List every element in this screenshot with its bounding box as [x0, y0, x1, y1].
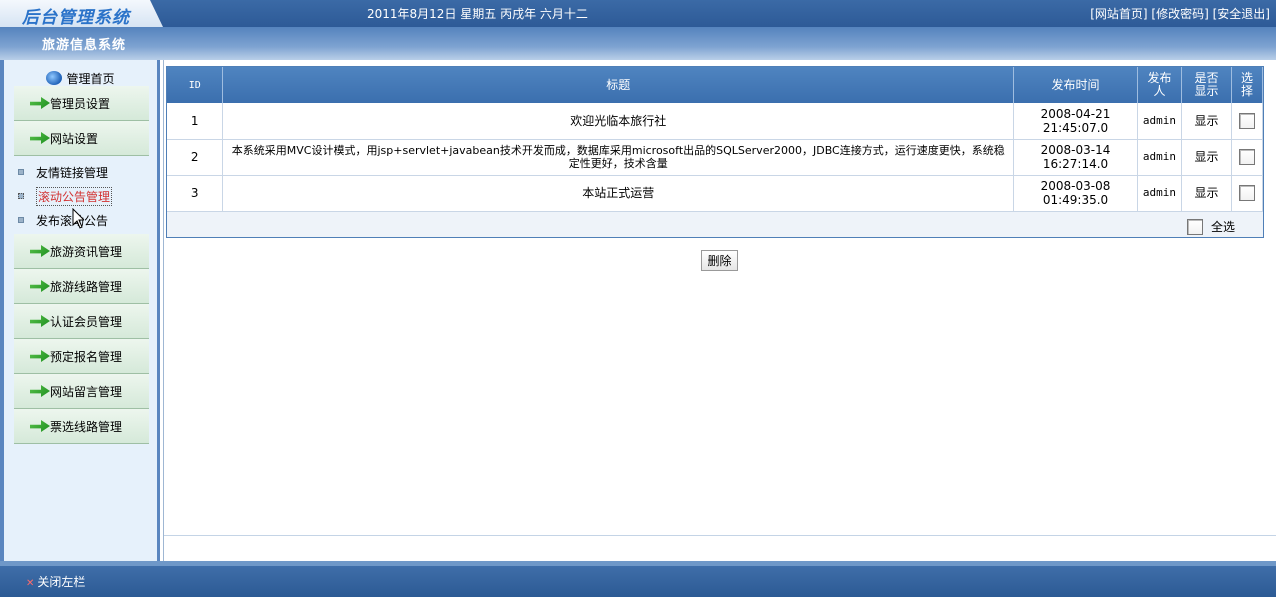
top-bar: 后台管理系统 2011年8月12日 星期五 丙戌年 六月十二 [网站首页] [修… [0, 0, 1276, 27]
cell-author: admin [1137, 139, 1182, 176]
sidebar-item-scroll-notice-manage[interactable]: 滚动公告管理 [18, 184, 157, 208]
select-all-checkbox[interactable] [1186, 218, 1203, 235]
cell-time: 2008-03-08 01:49:35.0 [1013, 175, 1138, 212]
sidebar-group-route-votes[interactable]: 票选线路管理 [14, 409, 149, 444]
sidebar-group-label: 网站留言管理 [50, 384, 123, 399]
site-home-link[interactable]: [网站首页] [1090, 7, 1147, 21]
sidebar-group-messages[interactable]: 网站留言管理 [14, 374, 149, 409]
arrow-icon [30, 280, 50, 292]
delete-button[interactable]: 删除 [701, 250, 738, 271]
sidebar-item-friend-links[interactable]: 友情链接管理 [18, 160, 157, 184]
sidebar-group-label: 认证会员管理 [50, 314, 123, 329]
cell-select [1231, 103, 1264, 140]
arrow-icon [30, 132, 50, 144]
sidebar-group-site[interactable]: 网站设置 [14, 121, 149, 156]
column-header-time: 发布时间 [1013, 67, 1138, 103]
arrow-icon [30, 315, 50, 327]
system-title: 旅游信息系统 [42, 38, 127, 53]
cell-select [1231, 175, 1264, 212]
globe-icon [46, 71, 63, 85]
column-header-select: 选择 [1231, 67, 1264, 103]
column-header-show: 是否显示 [1181, 67, 1232, 103]
sidebar-group-members[interactable]: 认证会员管理 [14, 304, 149, 339]
column-header-title: 标题 [222, 67, 1015, 103]
sidebar-group-travel-news[interactable]: 旅游资讯管理 [14, 234, 149, 269]
arrow-icon [30, 420, 50, 432]
cell-select [1231, 139, 1264, 176]
bullet-icon [18, 169, 24, 175]
change-password-link[interactable]: [修改密码] [1151, 7, 1208, 21]
notice-table-panel: ID 标题 发布时间 发布人 是否显示 选择 1 欢迎光临本旅行社 2008-0… [166, 66, 1264, 238]
sidebar-group-admin[interactable]: 管理员设置 [14, 86, 149, 121]
arrow-icon [30, 385, 50, 397]
table-row: 2 本系统采用MVC设计模式，用jsp+servlet+javabean技术开发… [167, 139, 1264, 176]
cell-date: 2008-03-14 [1040, 143, 1111, 157]
cell-clock: 16:27:14.0 [1042, 157, 1109, 171]
cell-title: 欢迎光临本旅行社 [222, 103, 1015, 140]
arrow-icon [30, 245, 50, 257]
sidebar-group-travel-routes[interactable]: 旅游线路管理 [14, 269, 149, 304]
top-links: [网站首页] [修改密码] [安全退出] [1090, 5, 1270, 22]
sidebar-group-bookings[interactable]: 预定报名管理 [14, 339, 149, 374]
sidebar-group-label: 网站设置 [50, 131, 99, 146]
logout-link[interactable]: [安全退出] [1213, 7, 1270, 21]
cell-author: admin [1137, 103, 1182, 140]
sidebar-item-label: 友情链接管理 [36, 165, 109, 180]
table-row: 3 本站正式运营 2008-03-08 01:49:35.0 admin 显示 [167, 175, 1264, 212]
date-display: 2011年8月12日 星期五 丙戌年 六月十二 [367, 7, 588, 21]
sidebar: 管理首页 管理员设置 网站设置 友情链接管理 滚动公告管理 发布滚动公告 旅游资… [0, 60, 160, 561]
bullet-icon [18, 217, 24, 223]
cell-title: 本站正式运营 [222, 175, 1015, 212]
sidebar-item-label: 滚动公告管理 [36, 186, 113, 206]
sidebar-group-label: 旅游资讯管理 [50, 244, 123, 259]
row-checkbox[interactable] [1238, 149, 1255, 165]
system-title-bar: 旅游信息系统 [0, 27, 1276, 60]
footer-bar: ✕ 关闭左栏 [0, 561, 1276, 597]
column-header-id: ID [167, 67, 224, 103]
cell-clock: 21:45:07.0 [1042, 120, 1109, 135]
close-left-label: 关闭左栏 [37, 575, 86, 589]
cell-id: 1 [167, 103, 224, 140]
cell-time: 2008-03-14 16:27:14.0 [1013, 139, 1138, 176]
select-all[interactable]: 全选 [1186, 218, 1235, 235]
sidebar-sub-list: 友情链接管理 滚动公告管理 发布滚动公告 [18, 156, 157, 234]
cell-show: 显示 [1181, 103, 1232, 140]
cell-id: 3 [167, 175, 224, 212]
cell-date: 2008-04-21 [1040, 106, 1111, 121]
cell-show: 显示 [1181, 139, 1232, 176]
row-checkbox[interactable] [1238, 185, 1255, 201]
sidebar-group-label: 旅游线路管理 [50, 279, 123, 294]
table-row: 1 欢迎光临本旅行社 2008-04-21 21:45:07.0 admin 显… [167, 103, 1264, 140]
main-content: ID 标题 发布时间 发布人 是否显示 选择 1 欢迎光临本旅行社 2008-0… [163, 60, 1276, 561]
bullet-icon [18, 193, 24, 199]
table-header-row: ID 标题 发布时间 发布人 是否显示 选择 [167, 67, 1264, 103]
sidebar-group-label: 预定报名管理 [50, 349, 123, 364]
cell-author: admin [1137, 175, 1182, 212]
row-checkbox[interactable] [1238, 112, 1255, 129]
close-left-panel-button[interactable]: ✕ 关闭左栏 [26, 573, 85, 590]
cell-clock: 01:49:35.0 [1042, 193, 1109, 207]
select-all-label: 全选 [1210, 220, 1235, 234]
sidebar-group-label: 管理员设置 [50, 96, 111, 111]
sidebar-home-label: 管理首页 [66, 72, 115, 86]
cell-title: 本系统采用MVC设计模式，用jsp+servlet+javabean技术开发而成… [222, 139, 1015, 176]
cell-date: 2008-03-08 [1040, 179, 1111, 193]
divider [164, 535, 1276, 536]
logo-text: 后台管理系统 [22, 8, 130, 28]
sidebar-item-publish-notice[interactable]: 发布滚动公告 [18, 208, 157, 232]
cell-show: 显示 [1181, 175, 1232, 212]
cell-time: 2008-04-21 21:45:07.0 [1013, 103, 1138, 140]
logo: 后台管理系统 [0, 0, 163, 27]
sidebar-home[interactable]: 管理首页 [4, 60, 157, 86]
arrow-icon [30, 97, 50, 109]
column-header-author: 发布人 [1137, 67, 1182, 103]
arrow-icon [30, 350, 50, 362]
sidebar-group-label: 票选线路管理 [50, 419, 123, 434]
close-icon: ✕ [26, 578, 35, 589]
cell-id: 2 [167, 139, 224, 176]
notice-table: ID 标题 发布时间 发布人 是否显示 选择 1 欢迎光临本旅行社 2008-0… [167, 67, 1264, 212]
mouse-cursor-icon [72, 208, 84, 229]
